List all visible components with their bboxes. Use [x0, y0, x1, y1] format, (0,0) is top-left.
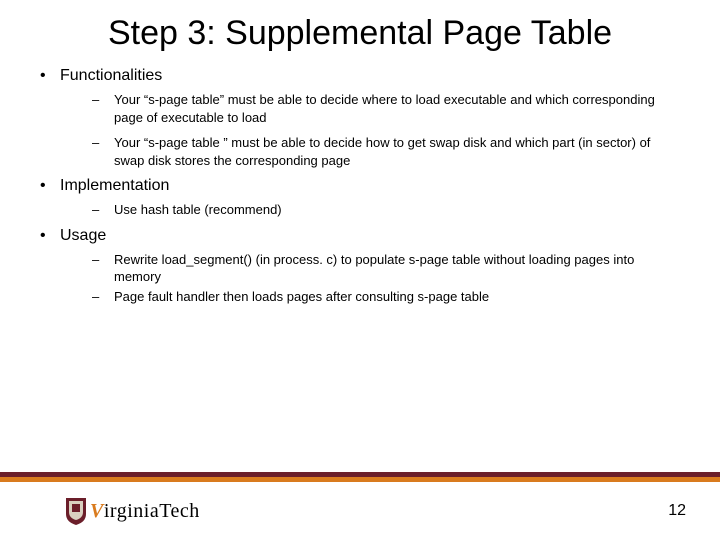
bullet-icon: •	[34, 227, 60, 245]
sub-list: – Your “s-page table” must be able to de…	[34, 91, 686, 169]
slide-title: Step 3: Supplemental Page Table	[40, 14, 680, 53]
dash-icon: –	[92, 201, 114, 219]
item-text: Page fault handler then loads pages afte…	[114, 288, 686, 306]
dash-icon: –	[92, 288, 114, 306]
section-implementation: • Implementation – Use hash table (recom…	[34, 177, 686, 219]
section-usage: • Usage – Rewrite load_segment() (in pro…	[34, 227, 686, 306]
list-item: – Your “s-page table” must be able to de…	[92, 91, 686, 126]
bar-orange	[0, 477, 720, 482]
section-functionalities: • Functionalities – Your “s-page table” …	[34, 67, 686, 169]
logo-v: V	[90, 500, 104, 522]
section-label: Implementation	[60, 177, 169, 195]
item-text: Use hash table (recommend)	[114, 201, 686, 219]
item-text: Your “s-page table” must be able to deci…	[114, 91, 686, 126]
list-item: – Rewrite load_segment() (in process. c)…	[92, 251, 686, 286]
sub-list: – Rewrite load_segment() (in process. c)…	[34, 251, 686, 306]
dash-icon: –	[92, 134, 114, 152]
logo-text: VirginiaTech	[90, 500, 200, 523]
logo-rest: irginiaTech	[104, 500, 200, 522]
shield-icon	[64, 496, 88, 526]
footer-divider	[0, 472, 720, 482]
item-text: Rewrite load_segment() (in process. c) t…	[114, 251, 686, 286]
item-text: Your “s-page table ” must be able to dec…	[114, 134, 686, 169]
vt-logo: VirginiaTech	[64, 496, 200, 526]
list-item: – Page fault handler then loads pages af…	[92, 288, 686, 306]
bullet-icon: •	[34, 177, 60, 195]
slide: Step 3: Supplemental Page Table • Functi…	[0, 0, 720, 540]
section-label: Usage	[60, 227, 106, 245]
sub-list: – Use hash table (recommend)	[34, 201, 686, 219]
section-label: Functionalities	[60, 67, 162, 85]
slide-content: • Functionalities – Your “s-page table” …	[0, 67, 720, 305]
list-item: – Use hash table (recommend)	[92, 201, 686, 219]
bullet-list: • Functionalities – Your “s-page table” …	[34, 67, 686, 305]
dash-icon: –	[92, 251, 114, 269]
bullet-icon: •	[34, 67, 60, 85]
dash-icon: –	[92, 91, 114, 109]
page-number: 12	[668, 502, 686, 520]
list-item: – Your “s-page table ” must be able to d…	[92, 134, 686, 169]
